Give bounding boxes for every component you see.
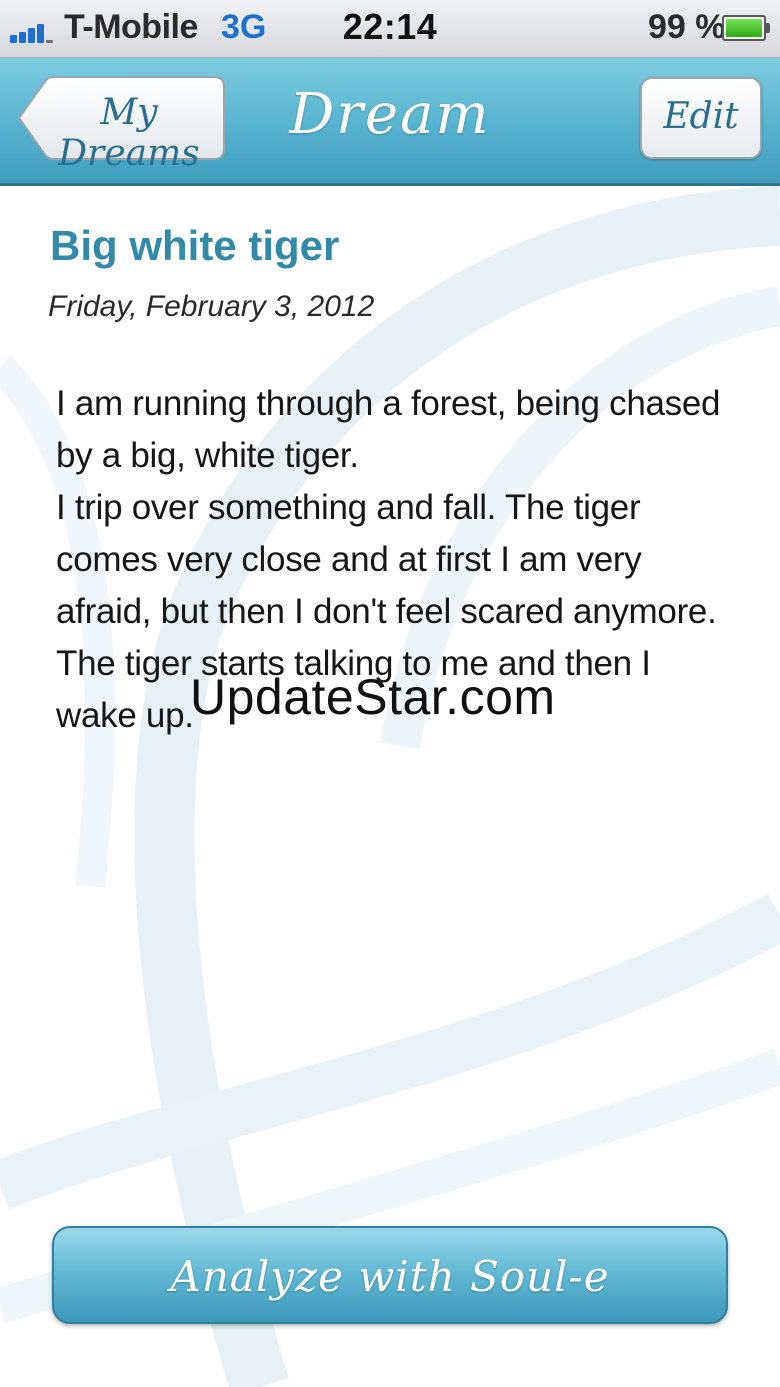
navigation-bar: My Dreams Dream Edit (0, 58, 780, 186)
battery-percentage: 99 % (648, 8, 726, 46)
dream-date: Friday, February 3, 2012 (48, 290, 375, 323)
watermark-text: UpdateStar.com (190, 669, 556, 725)
battery-level-fill (726, 19, 762, 37)
decorative-swoosh-background (0, 186, 780, 1387)
analyze-with-soul-e-button[interactable]: Analyze with Soul-e (52, 1226, 728, 1324)
status-bar: T-Mobile 3G 22:14 99 % (0, 0, 780, 58)
dream-title: Big white tiger (50, 222, 340, 269)
edit-button-label: Edit (663, 96, 739, 137)
dream-detail-screen: T-Mobile 3G 22:14 99 % My Dreams Dream E… (0, 0, 780, 1387)
content-background (0, 186, 780, 1387)
analyze-button-label: Analyze with Soul-e (170, 1252, 610, 1301)
battery-icon (722, 15, 770, 41)
edit-button[interactable]: Edit (640, 77, 762, 159)
